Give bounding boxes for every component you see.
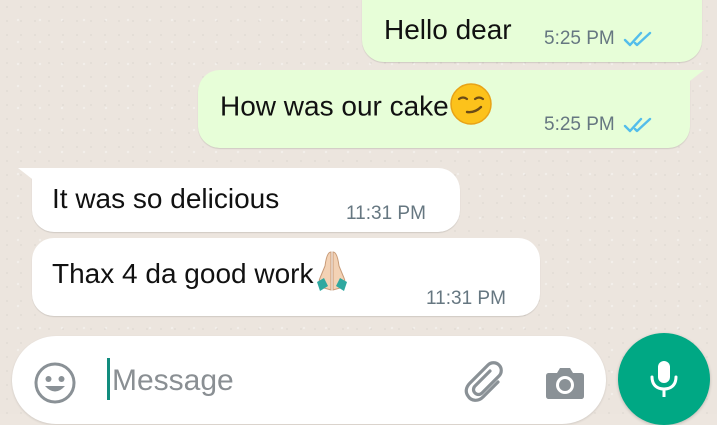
bubble-tail — [686, 70, 704, 84]
microphone-button[interactable] — [618, 333, 710, 425]
message-composer — [12, 336, 606, 424]
message-text: Hello dear — [384, 14, 512, 45]
message-text: How was our cake — [220, 83, 493, 126]
folded-hands-icon — [316, 251, 347, 291]
text-cursor — [107, 358, 110, 400]
message-bubble-incoming[interactable]: It was so delicious 11:31 PM — [18, 168, 460, 232]
smirking-face-icon — [450, 83, 492, 125]
double-check-icon — [623, 117, 651, 133]
camera-icon[interactable] — [545, 364, 585, 400]
message-bubble-incoming[interactable]: Thax 4 da good work 11:31 PM — [32, 238, 540, 316]
double-check-icon — [623, 31, 651, 47]
chat-background: Hello dear 5:25 PM How was our cake 5:25… — [0, 0, 717, 425]
emoji-icon[interactable] — [32, 360, 78, 406]
message-text-content: Thax 4 da good work — [52, 258, 314, 289]
message-time: 5:25 PM — [544, 114, 615, 135]
message-text-content: How was our cake — [220, 90, 449, 122]
message-time: 11:31 PM — [426, 288, 506, 309]
message-text: Thax 4 da good work — [52, 251, 350, 292]
microphone-icon — [650, 361, 678, 397]
message-bubble-outgoing[interactable]: How was our cake 5:25 PM — [198, 70, 704, 148]
bubble-tail — [18, 168, 36, 182]
message-input[interactable] — [112, 358, 442, 404]
message-meta: 5:25 PM — [544, 28, 655, 50]
message-time: 11:31 PM — [346, 203, 426, 224]
message-meta: 5:25 PM — [544, 114, 655, 136]
message-bubble-outgoing[interactable]: Hello dear 5:25 PM — [362, 0, 702, 62]
message-time: 5:25 PM — [544, 28, 615, 49]
paperclip-icon[interactable] — [462, 356, 510, 408]
message-text: It was so delicious — [52, 183, 280, 214]
